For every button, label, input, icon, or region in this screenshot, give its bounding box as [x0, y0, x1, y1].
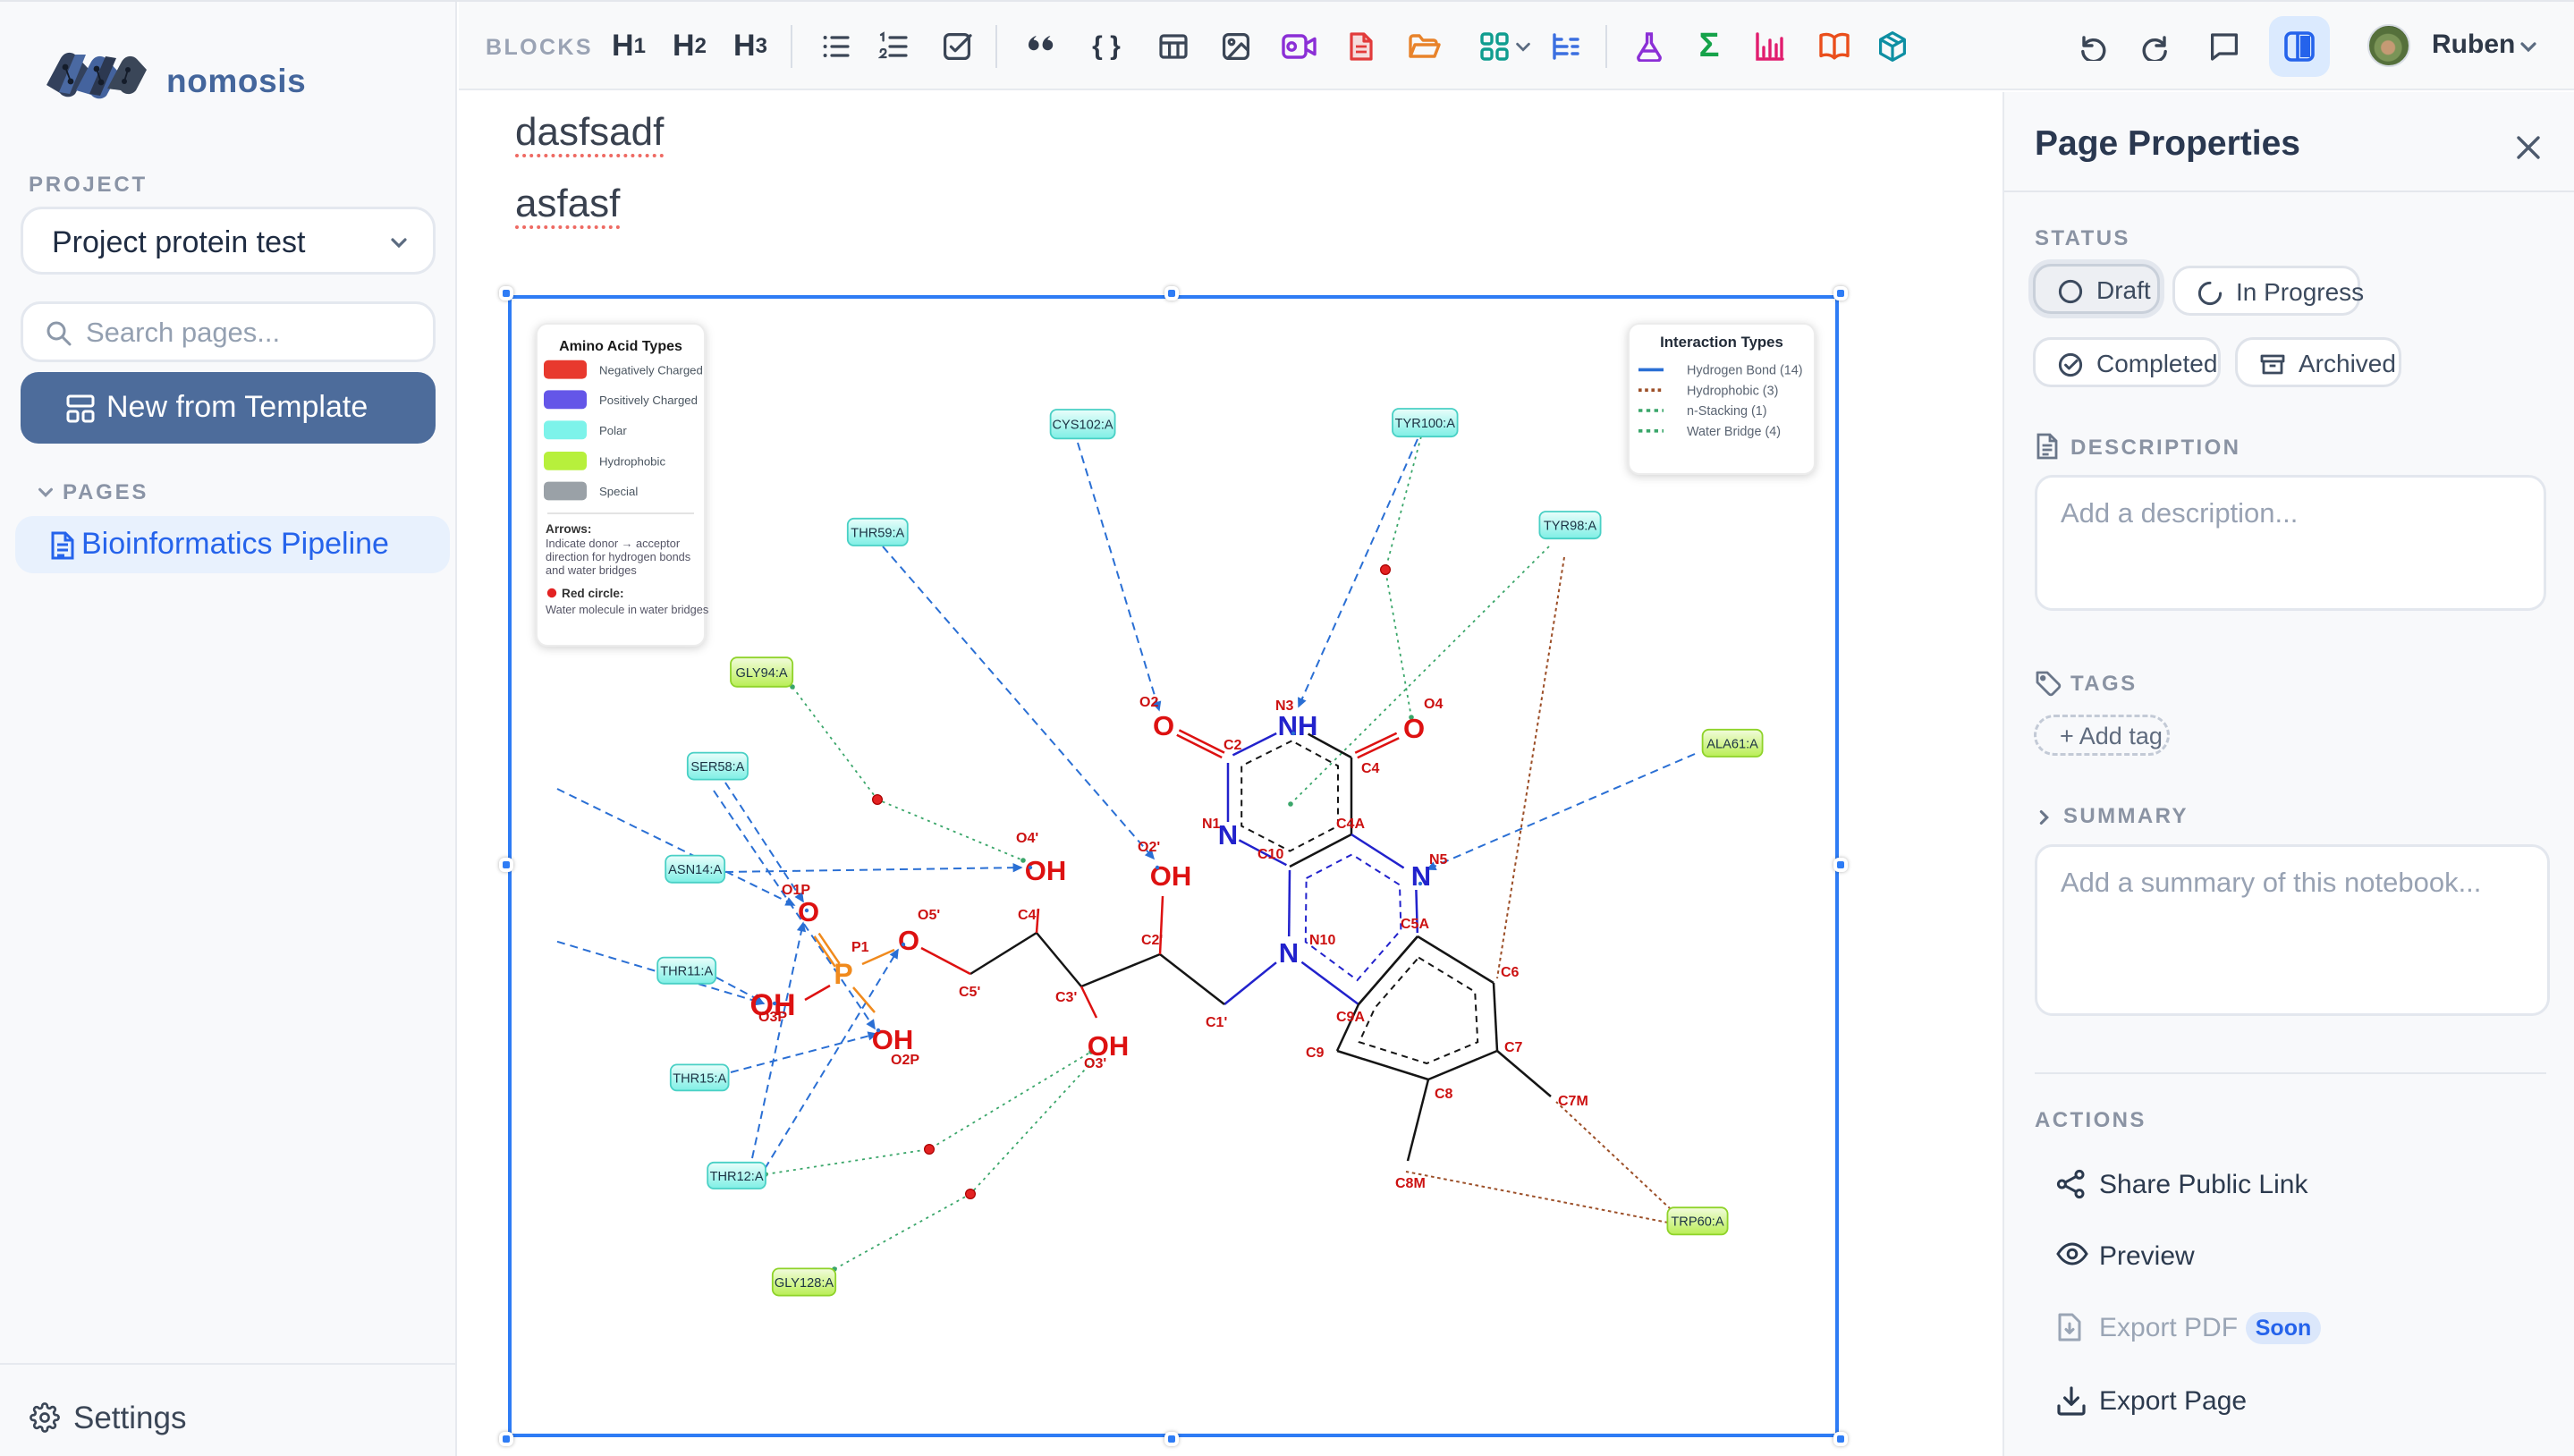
svg-text:C4': C4' [1018, 908, 1039, 923]
svg-text:THR59:A: THR59:A [851, 526, 904, 540]
svg-text:SER58:A: SER58:A [690, 760, 744, 775]
svg-text:Water Bridge (4): Water Bridge (4) [1687, 425, 1781, 439]
svg-text:Red circle:: Red circle: [562, 587, 624, 600]
svg-text:C8: C8 [1435, 1087, 1453, 1102]
svg-text:N5: N5 [1429, 852, 1448, 868]
svg-text:C4A: C4A [1336, 817, 1365, 832]
svg-text:O: O [1153, 710, 1174, 741]
svg-text:O3': O3' [1084, 1056, 1106, 1071]
svg-text:ALA61:A: ALA61:A [1706, 737, 1758, 751]
svg-text:Hydrophobic: Hydrophobic [599, 455, 665, 469]
svg-text:O: O [1403, 713, 1425, 744]
svg-text:Negatively Charged: Negatively Charged [599, 363, 703, 377]
svg-text:C2: C2 [1223, 738, 1242, 753]
svg-text:TYR98:A: TYR98:A [1544, 520, 1596, 534]
svg-text:N3: N3 [1275, 698, 1294, 714]
svg-text:C10: C10 [1257, 847, 1283, 862]
svg-text:O2P: O2P [891, 1053, 919, 1068]
svg-text:C9A: C9A [1336, 1010, 1365, 1025]
svg-text:Special: Special [599, 485, 638, 498]
svg-text:O4: O4 [1424, 697, 1443, 712]
svg-text:C7: C7 [1504, 1040, 1523, 1055]
svg-text:O: O [798, 896, 819, 927]
svg-text:O5': O5' [918, 908, 940, 923]
svg-text:Indicate donor → acceptor: Indicate donor → acceptor [546, 537, 681, 550]
svg-text:C3': C3' [1055, 990, 1077, 1005]
svg-text:Amino Acid Types: Amino Acid Types [559, 339, 682, 354]
svg-text:ASN14:A: ASN14:A [668, 863, 722, 877]
svg-text:C7M: C7M [1558, 1094, 1588, 1109]
svg-text:Hydrogen Bond (14): Hydrogen Bond (14) [1687, 364, 1803, 378]
svg-text:O1P: O1P [782, 883, 810, 898]
svg-text:O2': O2' [1138, 840, 1160, 855]
svg-text:direction for hydrogen bonds: direction for hydrogen bonds [546, 550, 690, 563]
svg-text:N: N [1218, 819, 1238, 851]
svg-text:Arrows:: Arrows: [546, 522, 591, 536]
svg-text:C5A: C5A [1401, 917, 1429, 932]
svg-text:O2: O2 [1139, 695, 1158, 710]
svg-text:and water bridges: and water bridges [546, 563, 637, 577]
svg-text:NH: NH [1278, 710, 1318, 741]
svg-text:THR12:A: THR12:A [710, 1170, 764, 1184]
svg-text:TYR100:A: TYR100:A [1395, 417, 1456, 431]
svg-text:C8M: C8M [1395, 1176, 1426, 1191]
svg-text:GLY94:A: GLY94:A [736, 666, 788, 681]
svg-text:N: N [1411, 860, 1431, 892]
svg-text:O4': O4' [1016, 831, 1038, 846]
svg-text:P: P [834, 958, 852, 990]
svg-text:CYS102:A: CYS102:A [1053, 419, 1113, 433]
svg-text:Polar: Polar [599, 424, 627, 437]
svg-text:Water molecule in water bridge: Water molecule in water bridges [546, 603, 708, 616]
svg-text:GLY128:A: GLY128:A [775, 1276, 834, 1291]
svg-text:OH: OH [1025, 855, 1067, 886]
svg-text:OH: OH [1150, 860, 1192, 892]
svg-text:O: O [898, 925, 919, 956]
svg-text:P1: P1 [851, 940, 869, 955]
svg-text:O3P: O3P [758, 1010, 787, 1025]
svg-text:n-Stacking (1): n-Stacking (1) [1687, 404, 1767, 419]
svg-text:THR15:A: THR15:A [673, 1071, 726, 1086]
svg-text:Positively Charged: Positively Charged [599, 394, 698, 407]
svg-text:TRP60:A: TRP60:A [1671, 1215, 1723, 1230]
svg-text:C4: C4 [1361, 761, 1380, 776]
svg-text:N10: N10 [1309, 933, 1335, 948]
svg-text:C6: C6 [1501, 965, 1520, 980]
svg-text:THR11:A: THR11:A [660, 965, 713, 979]
svg-text:Hydrophobic (3): Hydrophobic (3) [1687, 384, 1778, 398]
svg-text:N1: N1 [1202, 817, 1221, 832]
svg-text:C1': C1' [1206, 1015, 1227, 1030]
svg-text:C5': C5' [959, 985, 980, 1000]
svg-text:Interaction Types: Interaction Types [1660, 334, 1783, 351]
svg-text:C9: C9 [1306, 1045, 1325, 1061]
svg-text:N: N [1279, 937, 1299, 969]
svg-text:C2': C2' [1141, 933, 1163, 948]
